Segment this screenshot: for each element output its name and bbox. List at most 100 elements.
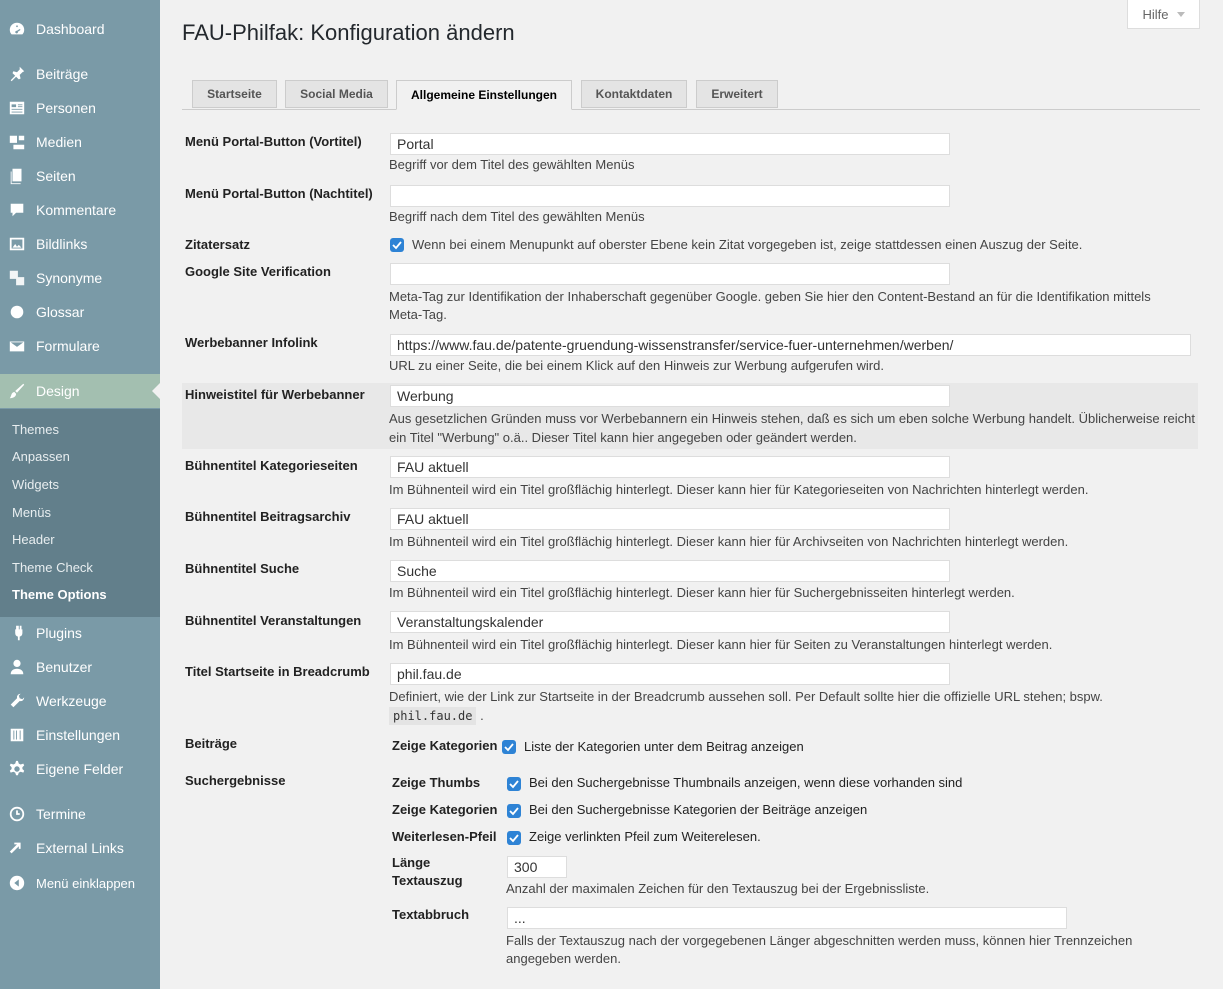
- menu-label: Medien: [36, 134, 82, 150]
- dashboard-icon: [8, 20, 26, 38]
- tab-allgemeine-einstellungen[interactable]: Allgemeine Einstellungen: [396, 80, 572, 110]
- checkmark-icon: [504, 743, 514, 752]
- menu-label: Werkzeuge: [36, 693, 107, 709]
- menu-label: Eigene Felder: [36, 761, 124, 777]
- plug-icon: [8, 624, 26, 642]
- weiterlesen-pfeil-checkbox[interactable]: [507, 831, 521, 845]
- menu-synonyme[interactable]: Synonyme: [0, 263, 160, 293]
- menu-formulare[interactable]: Formulare: [0, 331, 160, 361]
- menu-kommentare[interactable]: Kommentare: [0, 195, 160, 225]
- submenu-widgets[interactable]: Widgets: [12, 477, 59, 492]
- menu-label: Personen: [36, 100, 96, 116]
- menu-bildlinks[interactable]: Bildlinks: [0, 229, 160, 259]
- breadcrumb-desc: Definiert, wie der Link zur Startseite i…: [389, 689, 1103, 704]
- checkmark-icon: [509, 834, 519, 843]
- buehne-veranstaltungen-input[interactable]: Veranstaltungskalender: [390, 611, 950, 633]
- textabbruch-desc-1: Falls der Textauszug nach der vorgegeben…: [506, 933, 1133, 948]
- hinweistitel-input[interactable]: Werbung: [390, 385, 950, 407]
- portal-nachtitel-label: Menü Portal-Button (Nachtitel): [185, 186, 373, 201]
- menu-external-links[interactable]: External Links: [0, 833, 160, 863]
- buehne-kategorie-input[interactable]: FAU aktuell: [390, 456, 950, 478]
- google-verification-input[interactable]: [390, 263, 950, 285]
- menu-termine[interactable]: Termine: [0, 799, 160, 829]
- portal-vortitel-input[interactable]: Portal: [390, 133, 950, 155]
- external-link-icon: [8, 839, 26, 857]
- menu-label: Einstellungen: [36, 727, 121, 743]
- media-icon: [8, 133, 26, 151]
- textabbruch-label: Textabbruch: [392, 907, 470, 922]
- menu-plugins[interactable]: Plugins: [0, 618, 160, 648]
- wrench-icon: [8, 692, 26, 710]
- such-zeige-kategorien-label: Zeige Kategorien: [392, 802, 498, 817]
- menu-collapse[interactable]: Menü einklappen: [0, 868, 160, 898]
- menu-medien[interactable]: Medien: [0, 127, 160, 157]
- buehne-archiv-input[interactable]: FAU aktuell: [390, 508, 950, 530]
- google-verification-desc-1: Meta-Tag zur Identifikation der Inhabers…: [389, 289, 1151, 304]
- tab-erweitert[interactable]: Erweitert: [696, 80, 778, 108]
- translate-icon: [8, 269, 26, 287]
- portal-nachtitel-desc: Begriff nach dem Titel des gewählten Men…: [389, 209, 645, 224]
- breadcrumb-input[interactable]: phil.fau.de: [390, 663, 950, 685]
- tab-bar: Startseite Social Media Allgemeine Einst…: [182, 80, 1200, 110]
- page-title: FAU-Philfak: Konfiguration ändern: [182, 20, 515, 45]
- werbebanner-infolink-label: Werbebanner Infolink: [185, 335, 318, 350]
- menu-beitraege[interactable]: Beiträge: [0, 59, 160, 89]
- zeige-thumbs-checkbox[interactable]: [507, 777, 521, 791]
- buehne-kategorie-label: Bühnentitel Kategorieseiten: [185, 458, 358, 473]
- beitraege-zeige-kategorien-label: Zeige Kategorien: [392, 738, 498, 753]
- submenu-anpassen[interactable]: Anpassen: [12, 449, 70, 464]
- menu-eigene-felder[interactable]: Eigene Felder: [0, 754, 160, 784]
- menu-personen[interactable]: Personen: [0, 93, 160, 123]
- tab-startseite[interactable]: Startseite: [192, 80, 277, 108]
- help-circle-icon: [8, 303, 26, 321]
- hinweistitel-desc-1: Aus gesetzlichen Gründen muss vor Werbeb…: [389, 411, 1195, 426]
- menu-werkzeuge[interactable]: Werkzeuge: [0, 686, 160, 716]
- menu-seiten[interactable]: Seiten: [0, 161, 160, 191]
- buehne-suche-desc: Im Bühnenteil wird ein Titel großflächig…: [389, 585, 1015, 600]
- current-menu-arrow: [152, 383, 160, 399]
- menu-einstellungen[interactable]: Einstellungen: [0, 720, 160, 750]
- such-kategorien-text: Bei den Suchergebnisse Kategorien der Be…: [529, 802, 868, 817]
- submenu-themes[interactable]: Themes: [12, 422, 59, 437]
- menu-label: Dashboard: [36, 21, 105, 37]
- menu-label: Synonyme: [36, 270, 103, 286]
- menu-benutzer[interactable]: Benutzer: [0, 652, 160, 682]
- textabbruch-input[interactable]: ...: [507, 907, 1067, 929]
- submenu-theme-check[interactable]: Theme Check: [12, 560, 93, 575]
- submenu-theme-options[interactable]: Theme Options: [12, 587, 107, 602]
- gear-icon: [8, 760, 26, 778]
- menu-label: Plugins: [36, 625, 82, 641]
- hinweistitel-label: Hinweistitel für Werbebanner: [185, 387, 365, 402]
- menu-glossar[interactable]: Glossar: [0, 297, 160, 327]
- breadcrumb-label: Titel Startseite in Breadcrumb: [185, 664, 370, 679]
- menu-label: Benutzer: [36, 659, 93, 675]
- user-icon: [8, 658, 26, 676]
- comment-icon: [8, 201, 26, 219]
- tab-social-media[interactable]: Social Media: [285, 80, 388, 108]
- buehne-suche-input[interactable]: Suche: [390, 560, 950, 582]
- portal-nachtitel-input[interactable]: [390, 185, 950, 207]
- checkmark-icon: [509, 780, 519, 789]
- weiterlesen-pfeil-text: Zeige verlinkten Pfeil zum Weiterelesen.: [529, 829, 761, 844]
- zitatersatz-checkbox[interactable]: [390, 238, 404, 252]
- werbebanner-infolink-input[interactable]: https://www.fau.de/patente-gruendung-wis…: [390, 334, 1191, 356]
- submenu-header[interactable]: Header: [12, 532, 55, 547]
- zitatersatz-label: Zitatersatz: [185, 237, 251, 252]
- checkmark-icon: [509, 807, 519, 816]
- menu-dashboard[interactable]: Dashboard: [0, 14, 160, 44]
- help-button[interactable]: Hilfe: [1127, 0, 1200, 29]
- menu-design[interactable]: Design: [0, 374, 160, 408]
- admin-sidebar: Dashboard Beiträge Personen Medien Seite…: [0, 0, 160, 989]
- settings-sliders-icon: [8, 726, 26, 744]
- tab-kontaktdaten[interactable]: Kontaktdaten: [581, 80, 687, 108]
- breadcrumb-example: phil.fau.de .: [389, 707, 484, 725]
- buehne-suche-label: Bühnentitel Suche: [185, 561, 300, 576]
- caret-down-icon: [1176, 11, 1185, 17]
- buehne-veranstaltungen-label: Bühnentitel Veranstaltungen: [185, 613, 362, 628]
- submenu-menues[interactable]: Menüs: [12, 505, 51, 520]
- menu-label: Menü einklappen: [36, 875, 136, 891]
- laenge-textauszug-input[interactable]: 300: [507, 856, 567, 878]
- beitraege-kategorien-text: Liste der Kategorien unter dem Beitrag a…: [524, 739, 804, 754]
- such-kategorien-checkbox[interactable]: [507, 804, 521, 818]
- beitraege-kategorien-checkbox[interactable]: [502, 740, 516, 754]
